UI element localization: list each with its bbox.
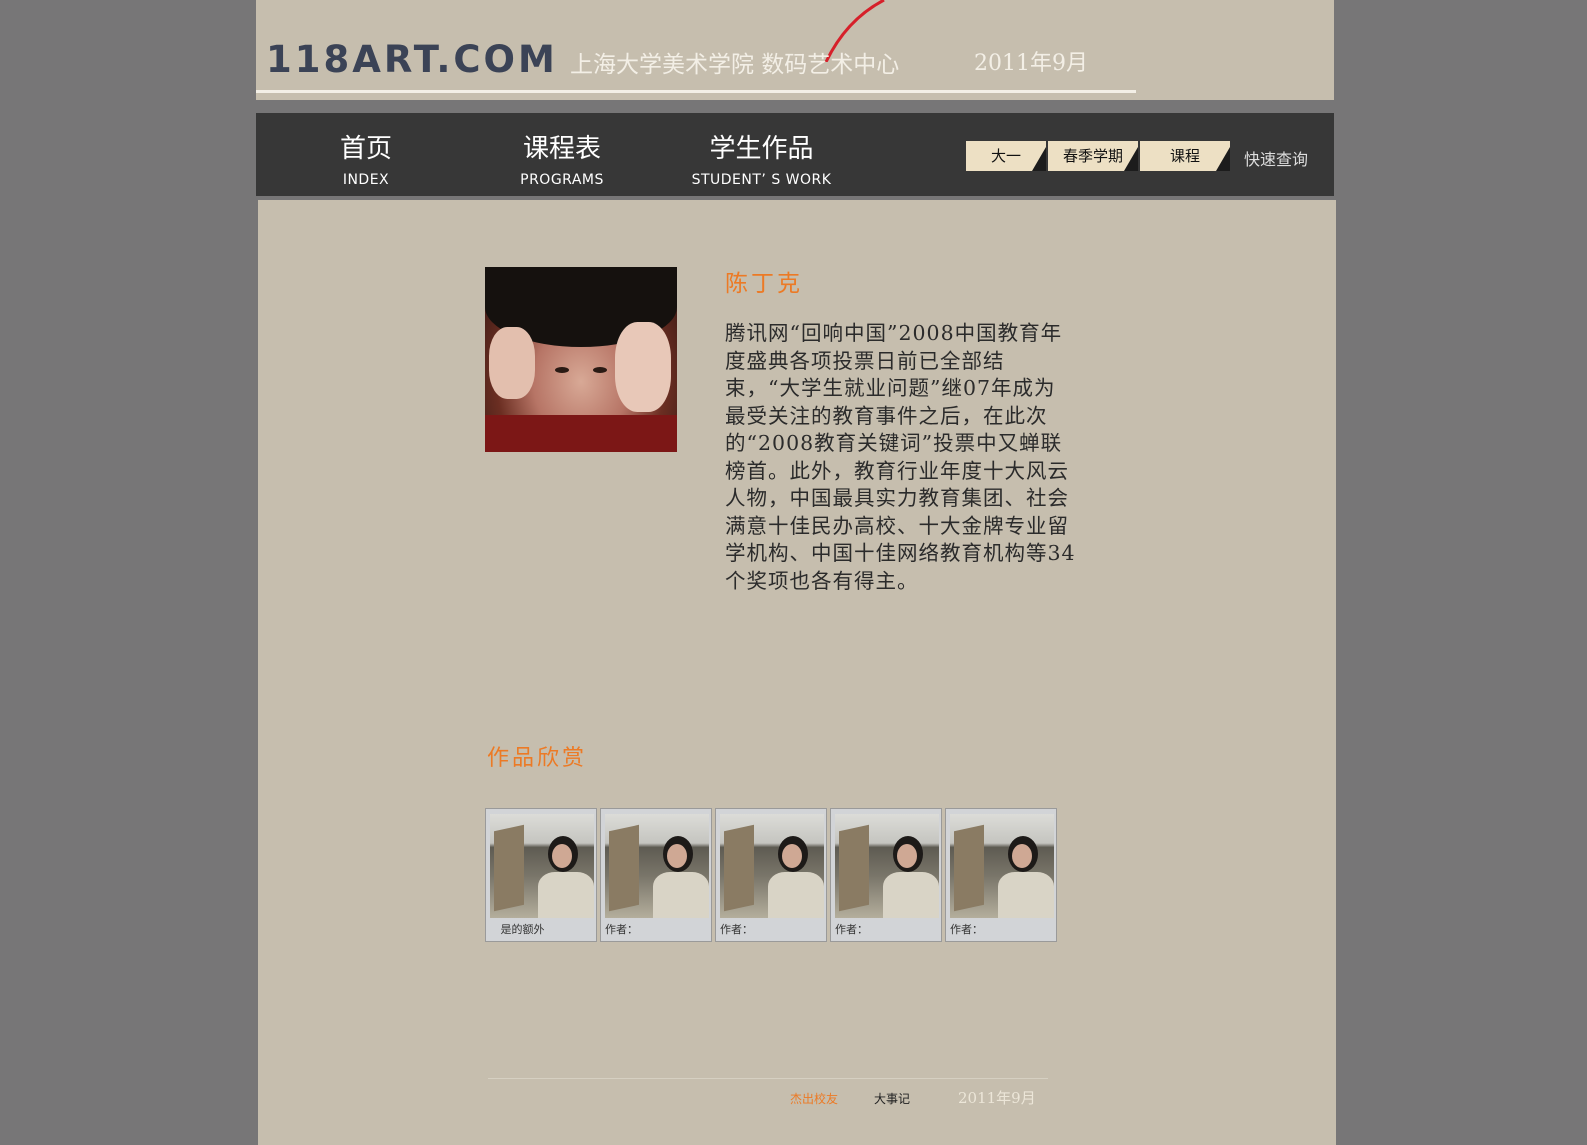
nav-item-student-works-sublabel: STUDENT’ S WORK (691, 172, 832, 188)
site-logo[interactable]: 118ART.COM (266, 38, 558, 81)
student-bio: 腾讯网“回响中国”2008中国教育年度盛典各项投票日前已全部结束，“大学生就业问… (725, 321, 1076, 593)
artwork-caption: 作者： (950, 923, 983, 936)
gallery-card[interactable]: 作者： (945, 808, 1057, 942)
footer-divider (488, 1078, 1048, 1079)
photo-right-hand-shape (615, 322, 671, 412)
thumb-face-shape (667, 844, 687, 868)
student-photo (485, 267, 677, 452)
nav-item-student-works[interactable]: 学生作品 STUDENT’ S WORK (674, 133, 849, 191)
thumb-body-shape (883, 872, 939, 918)
footer-link-alumni[interactable]: 杰出校友 (790, 1090, 838, 1107)
artwork-caption: 作者： (835, 923, 868, 936)
artwork-thumbnail[interactable] (490, 814, 594, 918)
main-nav: 首页 INDEX 课程表 PROGRAMS 学生作品 STUDENT’ S WO… (256, 113, 1334, 196)
gallery-card[interactable]: 作者： (600, 808, 712, 942)
artwork-caption: 作者： (720, 923, 753, 936)
footer-link-events[interactable]: 大事记 (874, 1090, 910, 1107)
header-divider (256, 90, 1136, 93)
nav-item-programs-label: 课程表 (522, 134, 601, 164)
artwork-thumbnail[interactable] (950, 814, 1054, 918)
artwork-caption: 是的额外 (490, 923, 545, 936)
thumb-body-shape (653, 872, 709, 918)
thumb-paper-shape (609, 824, 639, 912)
header: 118ART.COM 上海大学美术学院 数码艺术中心 2011年9月 (256, 0, 1334, 100)
thumb-body-shape (768, 872, 824, 918)
artwork-thumbnail[interactable] (720, 814, 824, 918)
nav-item-index-sublabel: INDEX (342, 172, 390, 188)
gallery-card[interactable]: 作者： (715, 808, 827, 942)
thumb-paper-shape (494, 824, 524, 912)
thumb-body-shape (998, 872, 1054, 918)
artwork-thumbnail[interactable] (835, 814, 939, 918)
nav-item-index-label: 首页 (339, 134, 392, 164)
thumb-paper-shape (724, 824, 754, 912)
filter-course-dropdown[interactable]: 课程 (1140, 141, 1230, 171)
thumb-face-shape (897, 844, 917, 868)
photo-right-eye-shape (593, 367, 607, 373)
gallery-card[interactable]: 是的额外 (485, 808, 597, 942)
thumb-face-shape (1012, 844, 1032, 868)
header-date: 2011年9月 (974, 51, 1088, 76)
photo-left-hand-shape (489, 327, 535, 399)
nav-item-programs[interactable]: 课程表 PROGRAMS (506, 133, 618, 191)
photo-left-eye-shape (555, 367, 569, 373)
filter-grade-dropdown[interactable]: 大一 (966, 141, 1046, 171)
quick-search-link[interactable]: 快速查询 (1244, 146, 1308, 170)
filter-semester-dropdown[interactable]: 春季学期 (1048, 141, 1138, 171)
header-subtitle: 上海大学美术学院 数码艺术中心 (570, 52, 900, 78)
thumb-body-shape (538, 872, 594, 918)
student-name: 陈丁克 (725, 271, 803, 297)
nav-item-programs-sublabel: PROGRAMS (520, 172, 604, 188)
artwork-caption: 作者： (605, 923, 638, 936)
thumb-face-shape (782, 844, 802, 868)
main-content: 陈丁克 腾讯网“回响中国”2008中国教育年度盛典各项投票日前已全部结束，“大学… (258, 200, 1336, 1145)
photo-shirt-shape (485, 415, 677, 452)
gallery-title: 作品欣赏 (487, 746, 588, 771)
nav-item-index[interactable]: 首页 INDEX (316, 133, 416, 191)
artwork-thumbnail[interactable] (605, 814, 709, 918)
gallery-card[interactable]: 作者： (830, 808, 942, 942)
thumb-paper-shape (954, 824, 984, 912)
thumb-face-shape (552, 844, 572, 868)
nav-item-student-works-label: 学生作品 (709, 134, 814, 164)
thumb-paper-shape (839, 824, 869, 912)
footer-date: 2011年9月 (958, 1089, 1036, 1107)
